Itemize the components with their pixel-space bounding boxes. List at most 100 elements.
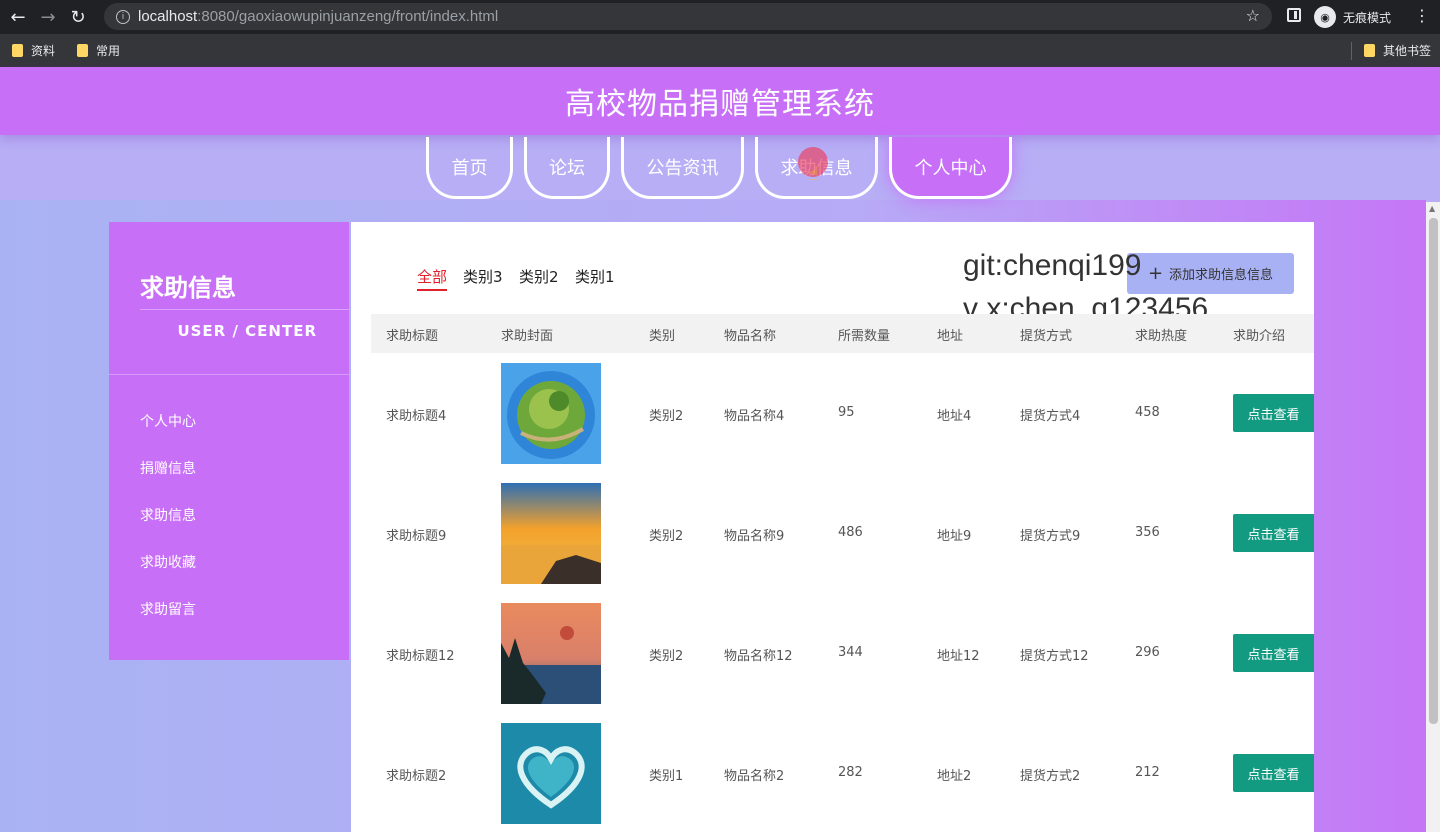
info-icon[interactable]: i xyxy=(116,9,130,24)
bookmark-folder[interactable]: 常用 xyxy=(77,42,120,59)
cell-title: 求助标题4 xyxy=(386,409,447,424)
folder-icon xyxy=(1364,44,1375,57)
bookmark-label: 其他书签 xyxy=(1383,44,1432,58)
sidebar-item-help-favorites[interactable]: 求助收藏 xyxy=(140,552,196,572)
cell-title: 求助标题9 xyxy=(386,529,447,544)
cell-item-name: 物品名称4 xyxy=(724,409,785,424)
cover-image-planet[interactable] xyxy=(501,363,601,464)
bookmark-star-icon[interactable]: ☆ xyxy=(1246,6,1260,25)
cell-quantity: 344 xyxy=(838,645,863,660)
filter-category-2[interactable]: 类别2 xyxy=(519,266,559,287)
pointer-hand-icon: ☝ xyxy=(808,164,819,185)
address-bar[interactable]: i localhost:8080/gaoxiaowupinjuanzeng/fr… xyxy=(104,3,1272,30)
cell-item-name: 物品名称12 xyxy=(724,649,793,664)
site-title: 高校物品捐赠管理系统 xyxy=(565,87,875,122)
incognito-icon: ◉ xyxy=(1314,6,1336,28)
side-panel-icon[interactable] xyxy=(1287,8,1301,22)
cell-quantity: 486 xyxy=(838,525,863,540)
sidebar-title: 求助信息 xyxy=(140,274,236,302)
incognito-label: 无痕模式 xyxy=(1343,10,1392,25)
cell-heat: 356 xyxy=(1135,525,1160,540)
cell-heat: 296 xyxy=(1135,645,1160,660)
sidebar: 求助信息 USER / CENTER 个人中心 捐赠信息 求助信息 求助收藏 求… xyxy=(109,222,349,660)
folder-icon xyxy=(77,44,88,57)
divider xyxy=(109,374,349,375)
cover-image-lake[interactable] xyxy=(501,603,601,704)
cell-quantity: 282 xyxy=(838,765,863,780)
tab-personal-center[interactable]: 个人中心 xyxy=(889,137,1012,199)
column-header: 类别 xyxy=(649,329,676,344)
cell-pickup: 提货方式2 xyxy=(1020,769,1081,784)
table-header: 求助标题 求助封面 类别 物品名称 所需数量 地址 提货方式 求助热度 求助介绍 xyxy=(371,314,1314,353)
table-row: 求助标题9 类别2 物品名称9 486 地址9 提货方式9 356 点击查看 xyxy=(371,473,1314,593)
sidebar-item-help-info[interactable]: 求助信息 xyxy=(140,505,196,525)
tab-forum[interactable]: 论坛 xyxy=(524,137,610,199)
view-details-button[interactable]: 点击查看 xyxy=(1233,514,1314,552)
divider xyxy=(140,309,349,310)
reload-icon[interactable]: ↻ xyxy=(66,5,90,29)
cell-title: 求助标题2 xyxy=(386,769,447,784)
view-details-button[interactable]: 点击查看 xyxy=(1233,754,1314,792)
cell-address: 地址2 xyxy=(937,769,972,784)
cell-category: 类别1 xyxy=(649,769,684,784)
incognito-indicator[interactable]: ◉ 无痕模式 xyxy=(1314,5,1391,29)
sidebar-item-personal-center[interactable]: 个人中心 xyxy=(140,411,196,431)
watermark-line-1: git:chenqi199 xyxy=(963,249,1142,282)
forward-icon[interactable]: → xyxy=(36,5,60,29)
cell-item-name: 物品名称2 xyxy=(724,769,785,784)
cover-image-heart-island[interactable] xyxy=(501,723,601,824)
main-nav: 首页 论坛 公告资讯 求助信息 个人中心 xyxy=(426,137,1023,200)
cell-pickup: 提货方式12 xyxy=(1020,649,1089,664)
filter-category-3[interactable]: 类别3 xyxy=(463,266,503,287)
cell-pickup: 提货方式4 xyxy=(1020,409,1081,424)
column-header: 所需数量 xyxy=(838,329,891,344)
cover-image-sunset[interactable] xyxy=(501,483,601,584)
column-header: 物品名称 xyxy=(724,329,777,344)
filter-all[interactable]: 全部 xyxy=(417,266,448,291)
add-help-info-button[interactable]: + 添加求助信息信息 xyxy=(1127,253,1294,294)
bookmarks-bar: 资料 常用 其他书签 xyxy=(0,34,1440,67)
plus-icon: + xyxy=(1147,263,1164,284)
scroll-up-icon[interactable]: ▲ xyxy=(1429,204,1435,213)
back-icon[interactable]: ← xyxy=(6,5,30,29)
bookmark-label: 资料 xyxy=(31,44,56,58)
cell-category: 类别2 xyxy=(649,649,684,664)
bookmark-divider xyxy=(1351,42,1352,60)
bookmark-folder[interactable]: 资料 xyxy=(12,42,55,59)
view-details-button[interactable]: 点击查看 xyxy=(1233,634,1314,672)
cell-item-name: 物品名称9 xyxy=(724,529,785,544)
bookmark-label: 常用 xyxy=(96,44,121,58)
table-row: 求助标题2 类别1 物品名称2 282 地址2 提货方式2 212 点击查看 xyxy=(371,713,1314,832)
cell-heat: 458 xyxy=(1135,405,1160,420)
column-header: 地址 xyxy=(937,329,964,344)
view-details-button[interactable]: 点击查看 xyxy=(1233,394,1314,432)
cell-heat: 212 xyxy=(1135,765,1160,780)
content-panel: 全部 类别3 类别2 类别1 + 添加求助信息信息 git:chenqi199 … xyxy=(351,222,1314,832)
sidebar-item-help-messages[interactable]: 求助留言 xyxy=(140,599,196,619)
cell-quantity: 95 xyxy=(838,405,855,420)
cell-category: 类别2 xyxy=(649,409,684,424)
browser-menu-icon[interactable]: ⋮ xyxy=(1414,6,1430,25)
url-text: localhost:8080/gaoxiaowupinjuanzeng/fron… xyxy=(138,8,499,25)
folder-icon xyxy=(12,44,23,57)
sidebar-subtitle: USER / CENTER xyxy=(177,322,317,340)
cell-address: 地址9 xyxy=(937,529,972,544)
add-button-label: 添加求助信息信息 xyxy=(1169,268,1274,283)
table-row: 求助标题12 类别2 物品名称12 344 地址12 提货方式12 296 点击… xyxy=(371,593,1314,713)
other-bookmarks[interactable]: 其他书签 xyxy=(1364,42,1431,59)
sidebar-item-donations[interactable]: 捐赠信息 xyxy=(140,458,196,478)
scrollbar-thumb[interactable] xyxy=(1429,218,1438,724)
column-header: 求助热度 xyxy=(1135,329,1188,344)
column-header: 提货方式 xyxy=(1020,329,1073,344)
column-header: 求助介绍 xyxy=(1233,329,1286,344)
cell-category: 类别2 xyxy=(649,529,684,544)
site-header: 高校物品捐赠管理系统 xyxy=(0,67,1440,135)
table-row: 求助标题4 类别2 物品名称4 95 地址4 提货方式4 458 点击查看 xyxy=(371,353,1314,473)
filter-category-1[interactable]: 类别1 xyxy=(575,266,615,287)
tab-announcements[interactable]: 公告资讯 xyxy=(621,137,744,199)
cell-pickup: 提货方式9 xyxy=(1020,529,1081,544)
cell-address: 地址12 xyxy=(937,649,980,664)
column-header: 求助封面 xyxy=(501,329,554,344)
cell-address: 地址4 xyxy=(937,409,972,424)
tab-home[interactable]: 首页 xyxy=(426,137,513,199)
